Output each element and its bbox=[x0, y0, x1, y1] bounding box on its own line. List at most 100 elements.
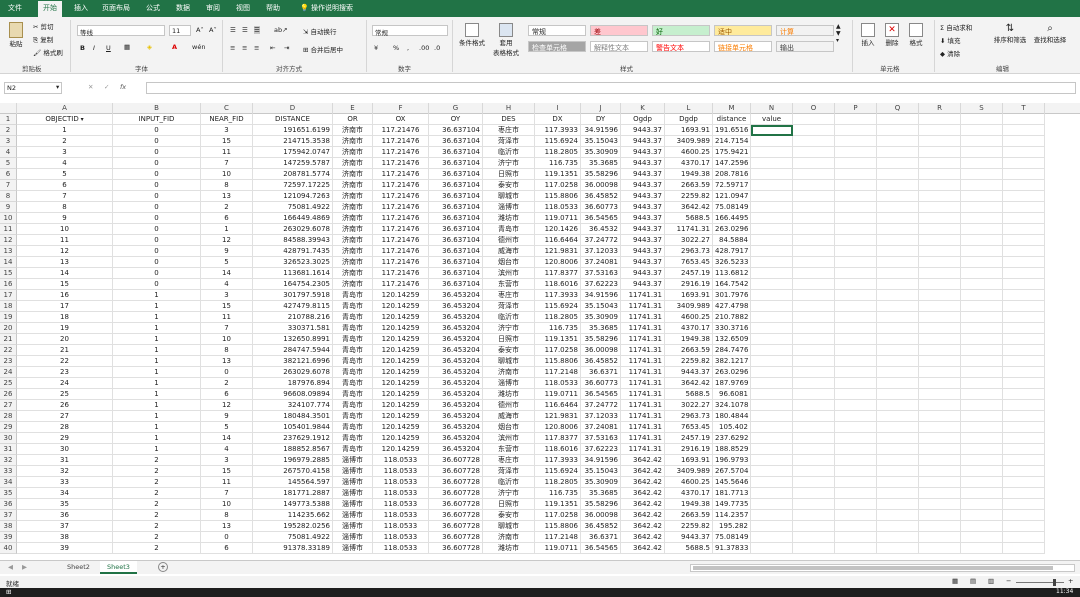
align-bottom-button[interactable]: ☰ bbox=[254, 26, 260, 34]
cell[interactable] bbox=[919, 202, 961, 213]
cell[interactable]: 11741.31 bbox=[621, 290, 665, 301]
cell[interactable]: 9 bbox=[201, 246, 253, 257]
cell[interactable] bbox=[919, 488, 961, 499]
cell[interactable]: 39 bbox=[17, 543, 113, 554]
cell[interactable]: 济南市 bbox=[333, 180, 373, 191]
cell[interactable] bbox=[835, 389, 877, 400]
cell[interactable]: 36.00098 bbox=[581, 345, 621, 356]
cell[interactable]: 164754.2305 bbox=[253, 279, 333, 290]
cell[interactable]: 12 bbox=[201, 235, 253, 246]
cell[interactable]: 10 bbox=[17, 224, 113, 235]
cell[interactable] bbox=[793, 411, 835, 422]
cell[interactable] bbox=[877, 389, 919, 400]
cell[interactable]: 35.58296 bbox=[581, 499, 621, 510]
align-left-button[interactable]: ≡ bbox=[230, 44, 235, 52]
cell[interactable] bbox=[877, 279, 919, 290]
cell[interactable]: 淄博市 bbox=[333, 477, 373, 488]
column-header-T[interactable]: T bbox=[1003, 103, 1045, 114]
cell[interactable]: 36.60773 bbox=[581, 202, 621, 213]
cell[interactable] bbox=[919, 213, 961, 224]
cell[interactable]: 5 bbox=[17, 169, 113, 180]
tab-4[interactable]: 公式 bbox=[146, 3, 160, 13]
cell[interactable]: 166.4495 bbox=[713, 213, 751, 224]
cell[interactable]: 118.0533 bbox=[373, 532, 429, 543]
cell[interactable] bbox=[961, 268, 1003, 279]
scroll-thumb[interactable] bbox=[693, 566, 1053, 570]
cell[interactable] bbox=[877, 356, 919, 367]
cell[interactable]: 117.21476 bbox=[373, 180, 429, 191]
cell[interactable] bbox=[793, 279, 835, 290]
cell[interactable] bbox=[751, 279, 793, 290]
cell[interactable] bbox=[1003, 378, 1045, 389]
cell[interactable]: 118.0533 bbox=[373, 543, 429, 554]
cell[interactable] bbox=[877, 532, 919, 543]
cell[interactable]: 1 bbox=[113, 334, 201, 345]
header-cell-18[interactable] bbox=[961, 114, 1003, 125]
cell[interactable]: 30 bbox=[17, 444, 113, 455]
cell[interactable] bbox=[835, 345, 877, 356]
cell[interactable] bbox=[835, 499, 877, 510]
cell[interactable]: 4600.25 bbox=[665, 477, 713, 488]
cell[interactable]: 11741.31 bbox=[621, 356, 665, 367]
cell[interactable] bbox=[877, 136, 919, 147]
cell[interactable]: 聊城市 bbox=[483, 191, 535, 202]
cell[interactable]: 149.7735 bbox=[713, 499, 751, 510]
cell[interactable]: 115.8806 bbox=[535, 356, 581, 367]
cell[interactable]: 1 bbox=[17, 125, 113, 136]
cell[interactable]: 临沂市 bbox=[483, 312, 535, 323]
row-header[interactable]: 21 bbox=[0, 334, 17, 345]
cell[interactable]: 3022.27 bbox=[665, 400, 713, 411]
header-cell-17[interactable] bbox=[919, 114, 961, 125]
cell[interactable] bbox=[961, 136, 1003, 147]
cell[interactable]: 145.5646 bbox=[713, 477, 751, 488]
cell[interactable] bbox=[961, 532, 1003, 543]
cell[interactable] bbox=[961, 477, 1003, 488]
cell[interactable] bbox=[1003, 411, 1045, 422]
cell[interactable]: 泰安市 bbox=[483, 510, 535, 521]
row-header[interactable]: 36 bbox=[0, 499, 17, 510]
cell[interactable] bbox=[961, 422, 1003, 433]
cell[interactable] bbox=[919, 147, 961, 158]
cell[interactable]: 9443.37 bbox=[621, 246, 665, 257]
cell[interactable]: 181771.2887 bbox=[253, 488, 333, 499]
cell[interactable]: 0 bbox=[113, 257, 201, 268]
cell[interactable]: 济南市 bbox=[333, 257, 373, 268]
fill-button[interactable]: ⬇ 填充 bbox=[940, 35, 961, 45]
cell[interactable]: 1 bbox=[113, 312, 201, 323]
cell[interactable] bbox=[877, 147, 919, 158]
cell[interactable] bbox=[919, 444, 961, 455]
next-sheet-button[interactable]: ▶ bbox=[22, 563, 27, 571]
cell[interactable]: 青岛市 bbox=[333, 323, 373, 334]
cell[interactable] bbox=[961, 334, 1003, 345]
cell[interactable] bbox=[877, 301, 919, 312]
cell[interactable]: 195282.0256 bbox=[253, 521, 333, 532]
cell[interactable] bbox=[919, 257, 961, 268]
cell[interactable]: 9443.37 bbox=[621, 169, 665, 180]
row-header[interactable]: 38 bbox=[0, 521, 17, 532]
cell[interactable] bbox=[919, 367, 961, 378]
row-header[interactable]: 32 bbox=[0, 455, 17, 466]
cell[interactable]: 115.6924 bbox=[535, 301, 581, 312]
column-header-Q[interactable]: Q bbox=[877, 103, 919, 114]
format-painter-button[interactable]: 🖌 格式刷 bbox=[33, 47, 63, 57]
cell[interactable] bbox=[835, 378, 877, 389]
cell[interactable]: 11 bbox=[201, 312, 253, 323]
cell[interactable]: 2963.73 bbox=[665, 411, 713, 422]
cell[interactable]: 36.6371 bbox=[581, 367, 621, 378]
header-cell-15[interactable] bbox=[835, 114, 877, 125]
cell[interactable]: 284.7476 bbox=[713, 345, 751, 356]
cell[interactable] bbox=[1003, 279, 1045, 290]
cell[interactable]: 91.37833 bbox=[713, 543, 751, 554]
cell[interactable] bbox=[793, 323, 835, 334]
cell[interactable]: 0 bbox=[113, 180, 201, 191]
cell[interactable]: 东营市 bbox=[483, 279, 535, 290]
cell[interactable] bbox=[919, 400, 961, 411]
cell[interactable] bbox=[877, 345, 919, 356]
cell[interactable]: 青岛市 bbox=[333, 290, 373, 301]
cell[interactable]: 8 bbox=[201, 180, 253, 191]
cell[interactable] bbox=[919, 301, 961, 312]
cell[interactable]: 3409.989 bbox=[665, 301, 713, 312]
cell[interactable]: 117.21476 bbox=[373, 158, 429, 169]
cell[interactable]: 117.21476 bbox=[373, 125, 429, 136]
tab-0[interactable]: 文件 bbox=[8, 3, 22, 13]
